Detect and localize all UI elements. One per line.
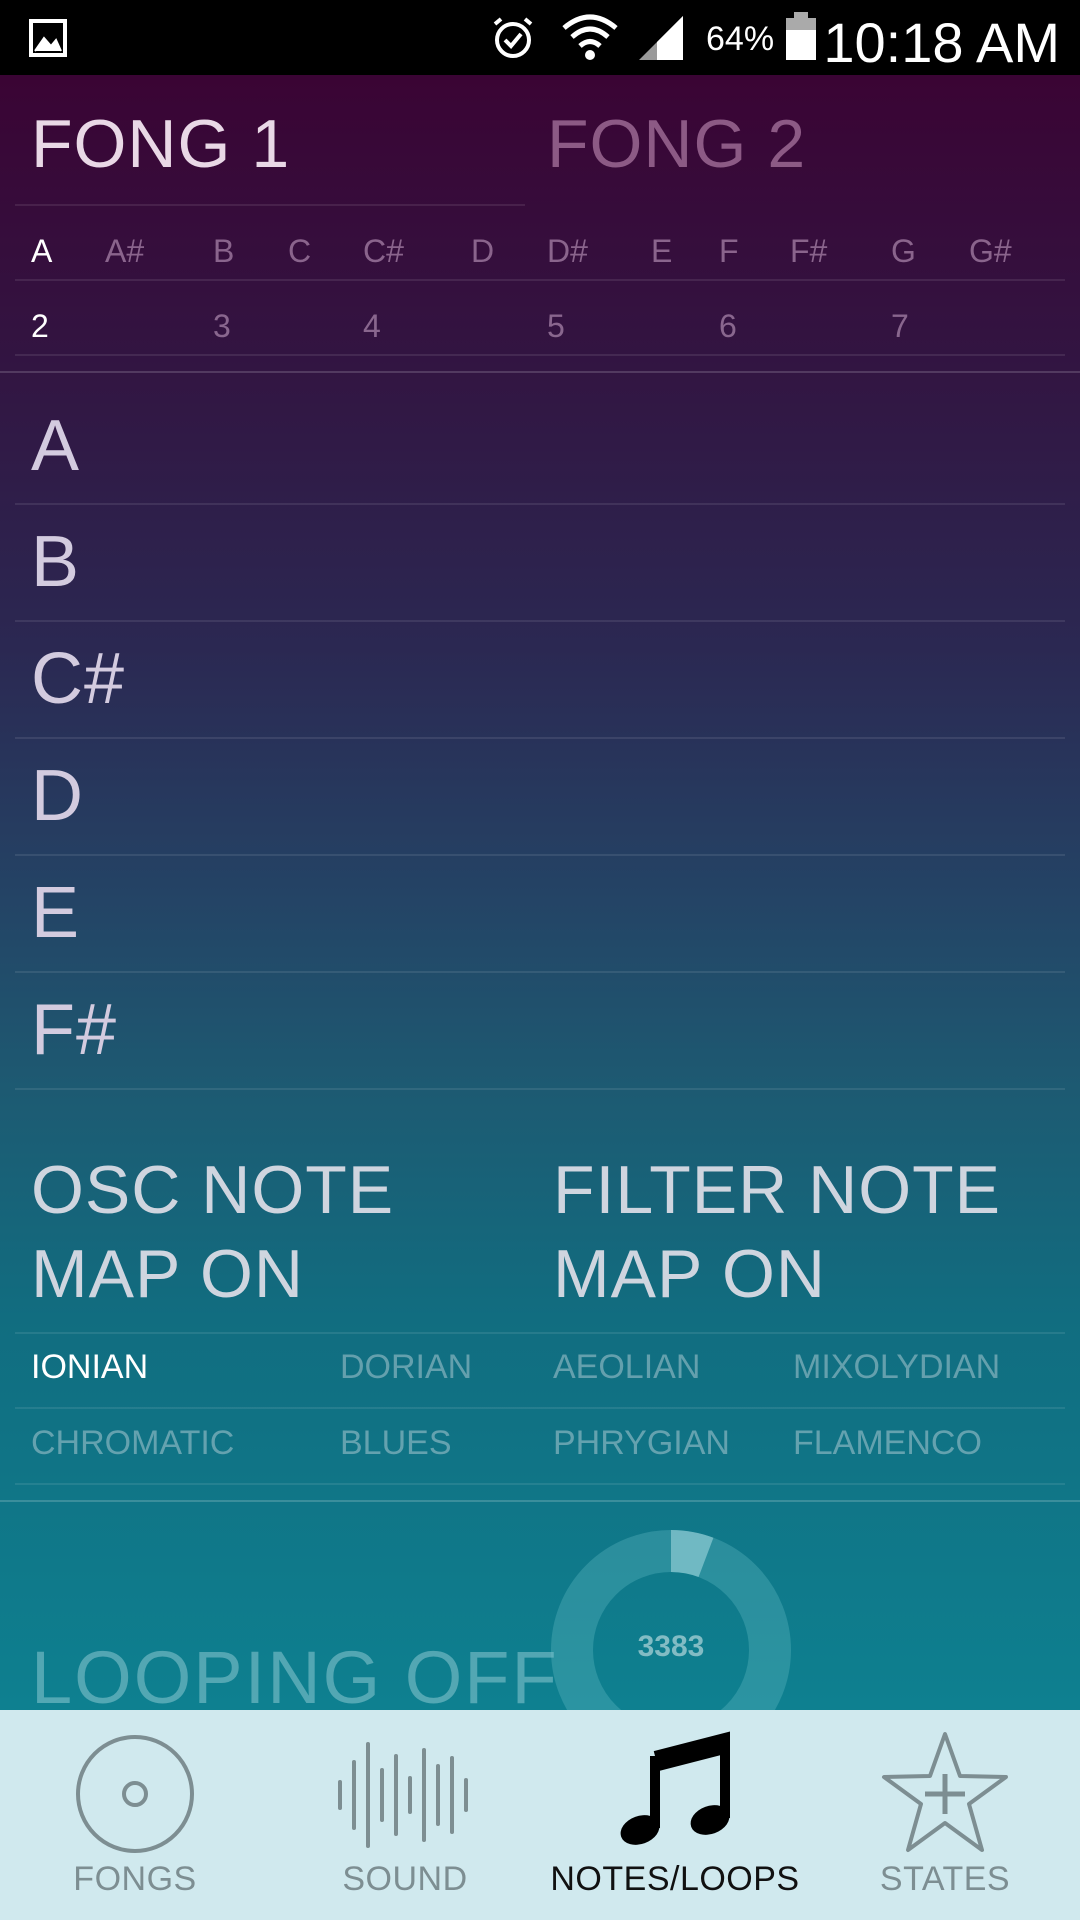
divider [15,971,1065,973]
key-option[interactable]: F# [790,233,827,270]
octave-option[interactable]: 2 [31,308,49,345]
loop-length-dial[interactable] [551,1530,791,1710]
nav-fongs[interactable]: FONGS [0,1710,270,1920]
looping-toggle[interactable]: LOOPING OFF [31,1635,559,1710]
mode-ionian[interactable]: IONIAN [31,1348,148,1387]
filter-note-map-line2: MAP ON [553,1236,827,1312]
mode-chromatic[interactable]: CHROMATIC [31,1424,234,1463]
filter-note-map-line1: FILTER NOTE [553,1152,1001,1228]
mode-dorian[interactable]: DORIAN [340,1348,472,1387]
star-plus-icon [882,1732,1008,1852]
section-divider [0,371,1080,373]
divider [15,1332,1065,1334]
key-selector: A A# B C C# D D# E F F# G G# [0,221,1080,281]
notes-loops-panel: FONG 1 FONG 2 A A# B C C# D D# E F F# G … [0,75,1080,1710]
clock: 10:18 AM [823,11,1060,74]
divider [15,1088,1065,1090]
note-item[interactable]: A [31,405,80,487]
divider [15,204,525,206]
divider [15,1483,1065,1485]
octave-selector: 2 3 4 5 6 7 [0,296,1080,356]
mode-blues[interactable]: BLUES [340,1424,452,1463]
nav-notes-loops[interactable]: NOTES/LOOPS [540,1710,810,1920]
mode-flamenco[interactable]: FLAMENCO [793,1424,982,1463]
gallery-notification-icon [29,19,67,57]
octave-option[interactable]: 5 [547,308,565,345]
note-item[interactable]: C# [31,638,125,720]
mode-mixolydian[interactable]: MIXOLYDIAN [793,1348,1000,1387]
nav-states[interactable]: STATES [810,1710,1080,1920]
note-item[interactable]: B [31,521,80,603]
octave-option[interactable]: 6 [719,308,737,345]
osc-note-map-line1: OSC NOTE [31,1152,395,1228]
wifi-icon [562,14,618,60]
divider [15,737,1065,739]
nav-label: SOUND [342,1860,468,1898]
divider [15,854,1065,856]
divider [15,1407,1065,1409]
note-item[interactable]: F# [31,989,117,1071]
nav-label: STATES [879,1860,1011,1898]
filter-note-map-toggle[interactable]: FILTER NOTE MAP ON [553,1148,1001,1316]
divider [15,620,1065,622]
tab-fong-1[interactable]: FONG 1 [31,105,290,183]
key-option[interactable]: D [471,233,494,270]
divider [15,354,1065,356]
dial-value: 3383 [637,1630,705,1663]
octave-option[interactable]: 4 [363,308,381,345]
section-divider [0,1500,1080,1502]
divider [15,503,1065,505]
music-note-icon [620,1731,730,1845]
disc-icon [76,1735,194,1853]
mode-phrygian[interactable]: PHRYGIAN [553,1424,730,1463]
octave-option[interactable]: 3 [213,308,231,345]
mode-aeolian[interactable]: AEOLIAN [553,1348,700,1387]
battery-percent: 64% [706,20,775,58]
octave-option[interactable]: 7 [891,308,909,345]
note-item[interactable]: E [31,872,80,954]
signal-strength-icon [639,16,683,60]
key-option[interactable]: C [288,233,311,270]
alarm-icon [493,17,533,58]
key-option[interactable]: C# [363,233,404,270]
bottom-navigation: FONGS SOUND NOTES/LOOPS STATES [0,1710,1080,1920]
key-option[interactable]: G [891,233,916,270]
waveform-icon [338,1742,468,1848]
nav-label: NOTES/LOOPS [550,1860,800,1898]
app-root: 64% 10:18 AM FONG 1 FONG 2 A A# B C C# D… [0,0,1080,1920]
key-option[interactable]: G# [969,233,1012,270]
key-option[interactable]: E [651,233,672,270]
note-item[interactable]: D [31,755,84,837]
status-bar: 64% 10:18 AM [0,0,1080,75]
key-option[interactable]: F [719,233,739,270]
key-option[interactable]: D# [547,233,588,270]
tab-fong-2[interactable]: FONG 2 [547,105,806,183]
osc-note-map-line2: MAP ON [31,1236,305,1312]
key-option[interactable]: B [213,233,234,270]
battery-icon [786,12,816,60]
key-option[interactable]: A [31,233,52,270]
key-option[interactable]: A# [105,233,144,270]
divider [15,279,1065,281]
osc-note-map-toggle[interactable]: OSC NOTE MAP ON [31,1148,394,1316]
nav-sound[interactable]: SOUND [270,1710,540,1920]
nav-label: FONGS [73,1860,197,1898]
